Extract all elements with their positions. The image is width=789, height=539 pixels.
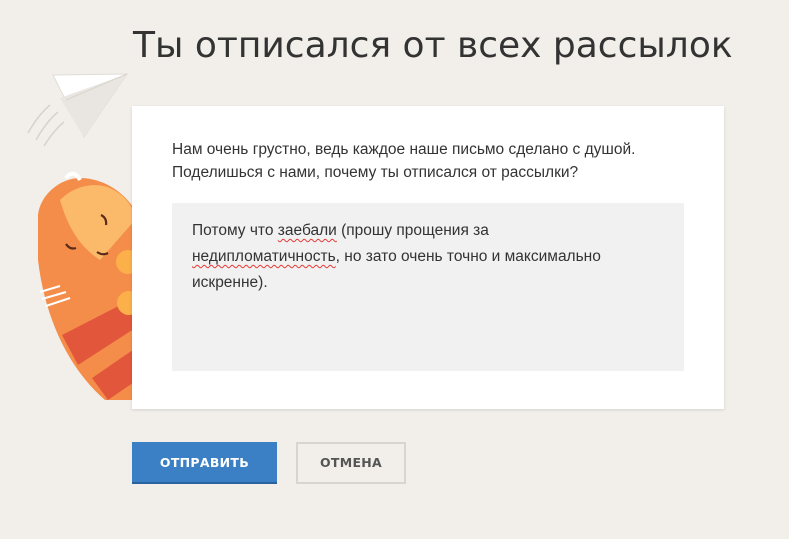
feedback-textarea[interactable]: Потому что заебали (прошу прощения за не…	[172, 203, 684, 371]
paper-plane-icon	[27, 73, 128, 147]
prompt-line-2: Поделишься с нами, почему ты отписался о…	[172, 164, 579, 181]
cat-body	[38, 171, 141, 400]
prompt-line-1: Нам очень грустно, ведь каждое наше пись…	[172, 141, 636, 158]
submit-button[interactable]: ОТПРАВИТЬ	[132, 442, 277, 484]
feedback-prompt: Нам очень грустно, ведь каждое наше пись…	[172, 138, 692, 184]
feedback-line-1: Потому что заебали (прошу прощения за	[192, 222, 489, 239]
page-title: Ты отписался от всех рассылок	[133, 25, 733, 66]
misspelled-word: заебали	[277, 222, 337, 239]
feedback-card: Нам очень грустно, ведь каждое наше пись…	[132, 106, 724, 409]
misspelled-word: недипломатичность	[192, 248, 336, 265]
feedback-line-2: недипломатичность, но зато очень точно и…	[192, 248, 601, 265]
cancel-button[interactable]: ОТМЕНА	[296, 442, 406, 484]
feedback-line-3: искренне).	[192, 274, 268, 291]
